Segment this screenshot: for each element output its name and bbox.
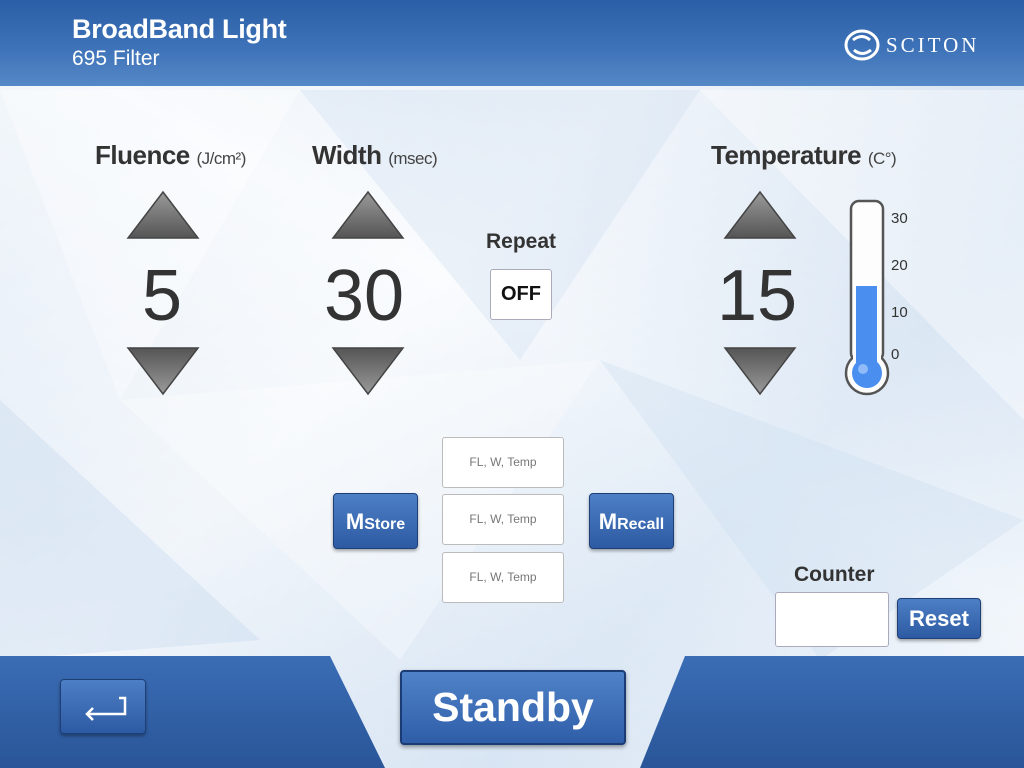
standby-button[interactable]: Standby (400, 670, 626, 745)
temperature-label-text: Temperature (711, 140, 862, 170)
mrecall-label-small: Recall (617, 516, 665, 533)
width-label-text: Width (312, 140, 382, 170)
temperature-up-button[interactable] (723, 190, 797, 240)
fluence-label-text: Fluence (95, 140, 190, 170)
thermometer-level (856, 286, 877, 369)
memory-recall-button[interactable]: MRecall (589, 493, 674, 549)
mstore-label-small: Store (364, 516, 406, 533)
triangle-up-icon (331, 190, 405, 239)
thermo-tick-20: 20 (891, 257, 908, 274)
memory-slot-1[interactable]: FL, W, Temp (442, 437, 564, 488)
sciton-logo: SCITON (844, 28, 1004, 62)
counter-reset-button[interactable]: Reset (897, 598, 981, 639)
memory-slot-2[interactable]: FL, W, Temp (442, 494, 564, 545)
memory-store-button[interactable]: MStore (333, 493, 418, 549)
mrecall-label-big: M (598, 509, 618, 534)
width-value: 30 (323, 256, 405, 336)
filter-subtitle: 695 Filter (72, 47, 160, 70)
header-bar: BroadBand Light 695 Filter SCITON (0, 0, 1024, 86)
triangle-up-icon (723, 190, 797, 239)
fluence-down-button[interactable] (126, 346, 200, 396)
triangle-up-icon (126, 190, 200, 239)
app-title: BroadBand Light (72, 14, 287, 44)
fluence-up-button[interactable] (126, 190, 200, 240)
thermometer-icon (844, 199, 890, 396)
back-button[interactable] (60, 679, 146, 734)
triangle-down-icon (723, 347, 797, 396)
width-unit: (msec) (388, 149, 438, 168)
triangle-down-icon (126, 347, 200, 396)
fluence-label: Fluence (J/cm²) (95, 140, 246, 171)
temperature-unit: (C°) (867, 149, 897, 168)
counter-label: Counter (794, 563, 875, 586)
thermo-tick-30: 30 (891, 210, 908, 227)
memory-slot-3[interactable]: FL, W, Temp (442, 552, 564, 603)
temperature-label: Temperature (C°) (711, 140, 897, 171)
width-down-button[interactable] (331, 346, 405, 396)
return-arrow-icon (85, 696, 127, 721)
repeat-toggle-button[interactable]: OFF (490, 269, 552, 320)
thermo-tick-0: 0 (891, 346, 900, 363)
sciton-logo-icon (844, 29, 880, 61)
logo-text: SCITON (886, 33, 980, 57)
temperature-value: 15 (716, 256, 798, 336)
temperature-down-button[interactable] (723, 346, 797, 396)
thermo-tick-10: 10 (891, 304, 908, 321)
width-label: Width (msec) (312, 140, 438, 171)
fluence-unit: (J/cm²) (196, 149, 246, 168)
triangle-down-icon (331, 347, 405, 396)
repeat-label: Repeat (486, 230, 557, 253)
fluence-value: 5 (141, 256, 183, 336)
width-up-button[interactable] (331, 190, 405, 240)
counter-display (775, 592, 889, 647)
mstore-label-big: M (345, 509, 365, 534)
